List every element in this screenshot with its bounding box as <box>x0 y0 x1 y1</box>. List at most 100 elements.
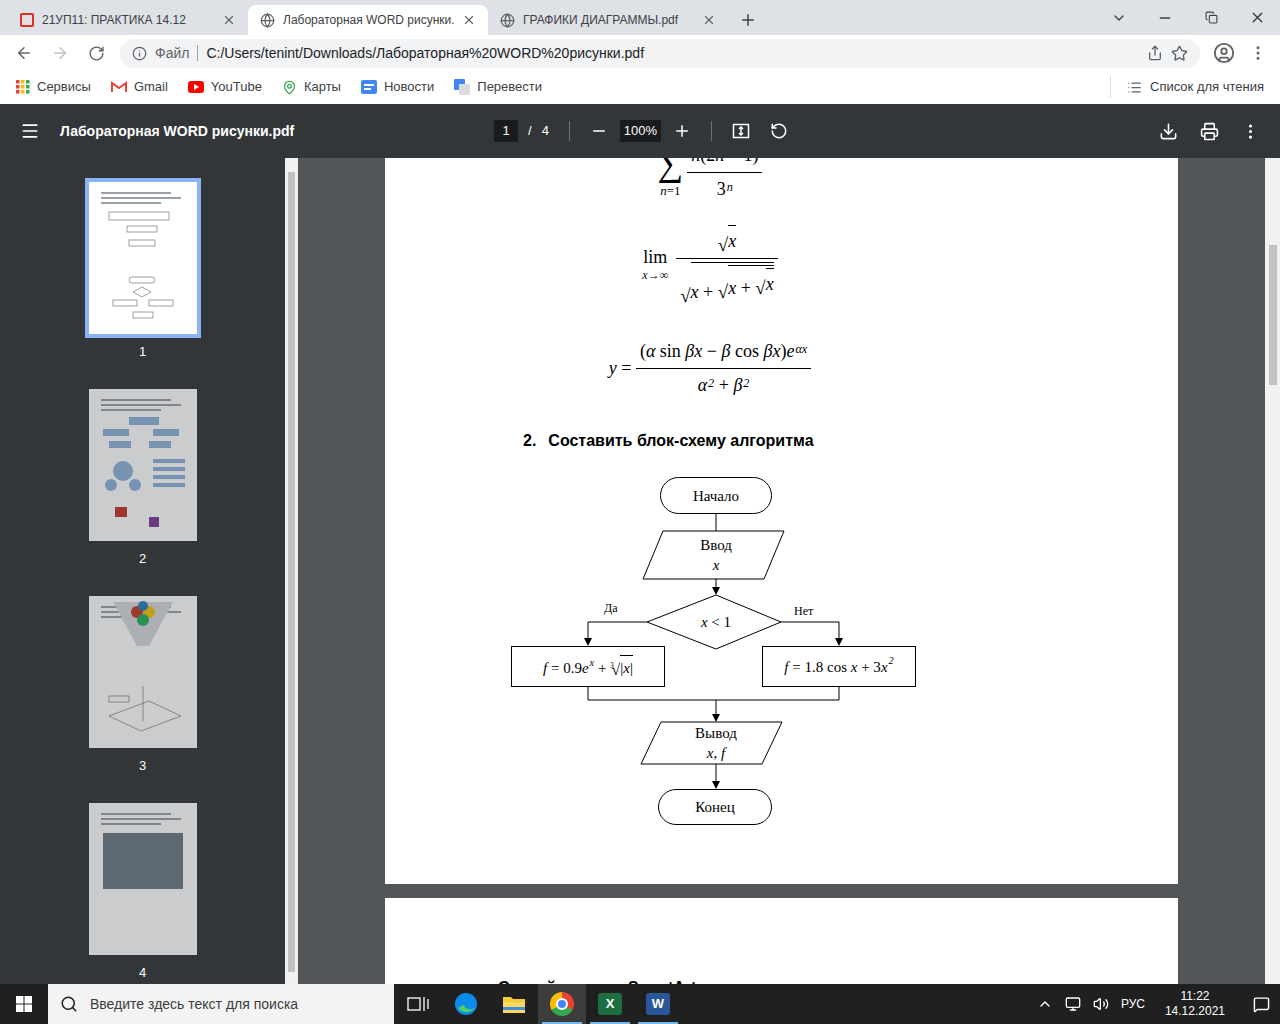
browser-tab[interactable]: Лабораторная WORD рисунки.р <box>248 5 488 35</box>
math-symbol: f <box>721 743 725 763</box>
math-symbol: x <box>623 658 630 678</box>
bookmark-item[interactable]: Gmail <box>111 76 168 98</box>
fit-page-icon[interactable] <box>732 122 750 140</box>
pdf-toolbar: Лабораторная WORD рисунки.pdf1/4100% <box>0 104 1280 158</box>
math-text: Вывод <box>695 723 737 743</box>
math-text: = 1.8 cos <box>789 657 851 677</box>
network-icon[interactable] <box>1065 996 1081 1012</box>
taskbar-app[interactable] <box>538 984 586 1024</box>
bookmark-item[interactable]: YouTube <box>188 76 262 98</box>
thumbnail-art-icon <box>89 803 197 955</box>
search-icon <box>60 995 78 1013</box>
superscript: n <box>727 178 733 196</box>
bookmark-item[interactable]: Новости <box>361 76 434 98</box>
math-text: ) <box>780 338 786 365</box>
thumbnail-item[interactable]: 2 <box>89 389 197 567</box>
news-icon <box>361 80 377 94</box>
rotate-icon[interactable] <box>770 122 788 140</box>
math-text: Ввод <box>700 535 732 555</box>
no-branch-node: f = 1.8 cos x + 3x2 <box>762 646 916 687</box>
info-icon <box>132 46 147 61</box>
close-tab-icon[interactable] <box>222 13 236 27</box>
math-symbol: βx <box>763 338 780 365</box>
browser-tab[interactable]: ГРАФИКИ ДИАГРАММЫ.pdf <box>488 5 728 35</box>
bookmark-item[interactable]: Перевести <box>454 76 542 98</box>
thumbnail-item[interactable]: 3 <box>89 596 197 774</box>
sidebar-toggle-icon[interactable] <box>20 121 40 141</box>
start-button[interactable] <box>0 984 48 1024</box>
sidebar-scrollbar[interactable] <box>285 158 298 984</box>
limit-formula: limx→∞√x√x + √x + √x <box>500 225 920 306</box>
share-icon[interactable] <box>1147 45 1163 61</box>
print-icon[interactable] <box>1200 122 1219 141</box>
zoom-out-icon[interactable] <box>590 122 608 140</box>
math-text: , <box>713 743 721 763</box>
math-text: Начало <box>693 486 739 506</box>
tray-expand-icon[interactable] <box>1037 996 1053 1012</box>
omnibox-divider <box>197 45 198 61</box>
browser-tab[interactable]: 21УП11: ПРАКТИКА 14.12 <box>8 5 248 35</box>
math-symbol: βx <box>685 338 702 365</box>
radical: √x + √x + √x <box>680 262 773 306</box>
reading-list-button[interactable]: Список для чтения <box>1110 76 1264 98</box>
restore-button[interactable] <box>1188 11 1234 24</box>
restore-icon <box>1205 11 1218 24</box>
superscript: 2 <box>743 374 749 392</box>
taskbar-search[interactable]: Введите здесь текст для поиска <box>48 984 394 1024</box>
pdf-menu-icon[interactable] <box>1241 122 1260 141</box>
omnibox[interactable]: ФайлC:/Users/tenint/Downloads/Лабораторн… <box>120 39 1200 68</box>
math-text: < 1 <box>708 612 731 632</box>
math-symbol: f <box>543 658 547 678</box>
word-icon: W <box>646 993 670 1015</box>
bookmark-star-icon[interactable] <box>1171 45 1188 62</box>
math-symbol: n <box>715 158 724 169</box>
math-symbol: y <box>609 355 617 382</box>
pdf-body: 1234∑n=1n(2n − 1)3nlimx→∞√x√x + √x + √xy… <box>0 158 1280 984</box>
close-tab-icon[interactable] <box>462 13 476 27</box>
start-node: Начало <box>660 477 772 514</box>
taskbar-app[interactable] <box>442 984 490 1024</box>
reload-icon <box>88 45 105 62</box>
chrome-icon <box>550 992 574 1016</box>
math-text: + <box>594 658 610 678</box>
forward-button[interactable] <box>44 44 76 62</box>
minimize-button[interactable] <box>1142 10 1188 26</box>
document-scrollbar[interactable] <box>1265 158 1280 984</box>
math-symbol: x <box>728 228 736 255</box>
zoom-input[interactable]: 100% <box>620 120 661 142</box>
math-symbol: x <box>881 657 888 677</box>
input-language[interactable]: РУС <box>1121 995 1145 1013</box>
math-text: | <box>620 658 623 678</box>
bookmark-item[interactable]: Сервисы <box>16 76 91 98</box>
math-symbol: x <box>728 275 736 302</box>
taskbar-app[interactable] <box>394 984 442 1024</box>
fraction: n(2n − 1)3n <box>687 158 762 203</box>
decision-node: x < 1 <box>676 609 756 635</box>
math-symbol: x <box>713 555 720 575</box>
page-input[interactable]: 1 <box>494 120 518 142</box>
close-window-button[interactable] <box>1234 9 1280 26</box>
taskbar-app[interactable] <box>490 984 538 1024</box>
equation-formula: y = (α sin βx − β cos βx)eαxα2 + β2 <box>500 338 920 399</box>
thumbnail-item[interactable]: 1 <box>89 182 197 360</box>
volume-icon[interactable] <box>1093 996 1109 1012</box>
new-tab-button[interactable] <box>732 5 764 35</box>
notifications-icon[interactable] <box>1253 996 1270 1013</box>
download-icon[interactable] <box>1159 122 1178 141</box>
superscript: 2 <box>708 374 714 392</box>
clock[interactable]: 11:2214.12.2021 <box>1157 989 1233 1019</box>
excel-icon: X <box>598 993 622 1015</box>
back-button[interactable] <box>8 44 40 62</box>
bookmark-item[interactable]: Карты <box>282 76 341 98</box>
browser-menu-button[interactable] <box>1244 44 1272 62</box>
profile-button[interactable] <box>1208 42 1240 64</box>
reload-button[interactable] <box>80 45 112 62</box>
taskbar-app[interactable]: W <box>634 984 682 1024</box>
thumbnail-item[interactable]: 4 <box>89 803 197 981</box>
globe-icon <box>260 13 275 28</box>
taskbar-app[interactable]: X <box>586 984 634 1024</box>
tab-search-button[interactable] <box>1096 10 1142 26</box>
zoom-in-icon[interactable] <box>673 122 691 140</box>
close-tab-icon[interactable] <box>702 13 716 27</box>
edge-icon <box>454 992 478 1016</box>
